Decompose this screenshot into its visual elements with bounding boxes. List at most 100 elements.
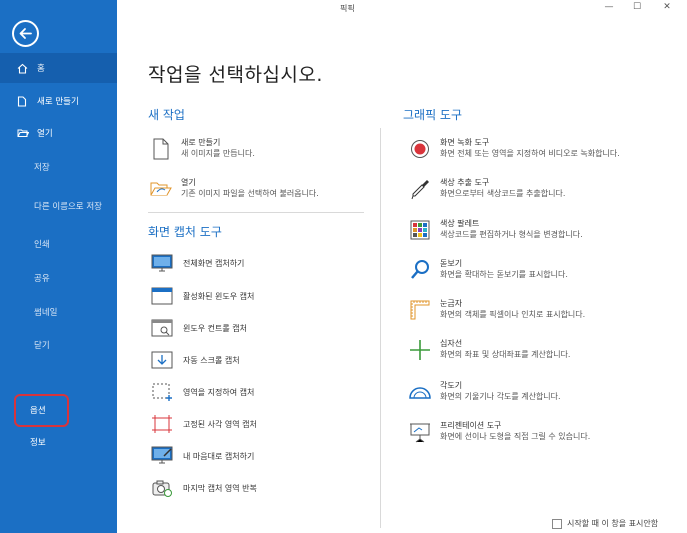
folder-open-icon xyxy=(17,128,33,138)
options-highlight-box xyxy=(14,394,69,427)
graphic-tool-protractor[interactable]: 각도기 화면의 기울기나 각도를 계산합니다. xyxy=(407,380,561,404)
new-file-icon xyxy=(17,95,33,107)
sidebar-item-print[interactable]: 인쇄 xyxy=(0,229,117,259)
capture-label: 내 마음대로 캡처하기 xyxy=(183,451,255,461)
window-title: 픽픽 xyxy=(340,4,355,13)
sidebar-item-label: 정보 xyxy=(30,438,46,448)
region-capture-icon xyxy=(150,381,174,403)
dont-show-label: 시작할 때 이 창을 표시안함 xyxy=(567,519,659,528)
sidebar-item-label: 열기 xyxy=(37,129,53,139)
capture-label: 마지막 캡처 영역 반복 xyxy=(183,483,257,493)
entry-title: 화면 녹화 도구 xyxy=(440,138,490,147)
entry-title: 색상 추출 도구 xyxy=(440,178,490,187)
capture-label: 전체화면 캡처하기 xyxy=(183,258,245,268)
entry-desc: 화면의 좌표 및 상대좌표를 계산합니다. xyxy=(440,350,571,359)
sidebar-item-info[interactable]: 정보 xyxy=(0,427,117,457)
entry-desc: 색상코드를 편집하거나 형식을 변경합니다. xyxy=(440,230,583,239)
crosshair-icon xyxy=(407,338,433,362)
window-control-capture-icon xyxy=(150,317,174,339)
dont-show-checkbox[interactable] xyxy=(552,518,562,529)
capture-section-title: 화면 캡처 도구 xyxy=(148,225,222,239)
entry-desc: 새 이미지를 만듭니다. xyxy=(181,149,255,158)
entry-desc: 화면 전체 또는 영역을 지정하여 비디오로 녹화합니다. xyxy=(440,149,620,158)
ruler-icon xyxy=(407,298,433,322)
entry-title: 십자선 xyxy=(440,339,463,348)
capture-label: 영역을 지정하여 캡처 xyxy=(183,387,255,397)
graphic-tool-presentation[interactable]: 프리젠테이션 도구 화면에 선이나 도형을 직접 그릴 수 있습니다. xyxy=(407,420,590,444)
graphic-tool-palette[interactable]: 색상 팔레트 색상코드를 편집하거나 형식을 변경합니다. xyxy=(407,218,583,242)
capture-freehand-button[interactable]: 내 마음대로 캡처하기 xyxy=(150,445,254,467)
page-title: 작업을 선택하십시오. xyxy=(148,64,323,86)
back-arrow-circle-icon[interactable] xyxy=(12,20,39,47)
record-icon xyxy=(407,137,433,161)
active-window-capture-icon xyxy=(150,285,174,307)
minimize-button[interactable]: — xyxy=(596,0,622,14)
sidebar-item-thumbnail[interactable]: 썸네일 xyxy=(0,297,117,327)
scroll-capture-icon xyxy=(150,349,174,371)
protractor-icon xyxy=(407,380,433,404)
capture-repeat-button[interactable]: 마지막 캡처 영역 반복 xyxy=(150,477,257,499)
capture-label: 고정된 사각 영역 캡처 xyxy=(183,419,257,429)
graphic-tool-magnifier[interactable]: 돋보기 화면을 확대하는 돋보기를 표시합니다. xyxy=(407,258,568,282)
sidebar-item-label: 닫기 xyxy=(34,341,50,351)
capture-region-button[interactable]: 영역을 지정하여 캡처 xyxy=(150,381,254,403)
entry-title: 열기 xyxy=(181,178,196,187)
capture-label: 자동 스크롤 캡처 xyxy=(183,355,240,365)
entry-title: 새로 만들기 xyxy=(181,138,221,147)
graphic-tool-crosshair[interactable]: 십자선 화면의 좌표 및 상대좌표를 계산합니다. xyxy=(407,338,570,362)
new-task-section-title: 새 작업 xyxy=(148,108,185,122)
capture-window-control-button[interactable]: 윈도우 컨트롤 캡처 xyxy=(150,317,247,339)
sidebar-item-label: 공유 xyxy=(34,274,50,284)
entry-title: 돋보기 xyxy=(440,259,463,268)
entry-desc: 화면으로부터 색상코드를 추출합니다. xyxy=(440,189,566,198)
capture-scroll-button[interactable]: 자동 스크롤 캡처 xyxy=(150,349,240,371)
entry-title: 눈금자 xyxy=(440,299,463,308)
graphic-tool-eyedropper[interactable]: 색상 추출 도구 화면으로부터 색상코드를 추출합니다. xyxy=(407,177,565,201)
sidebar: 홈 새로 만들기 열기 저장 다른 이름으로 저장 인쇄 공유 썸네일 닫기 옵… xyxy=(0,0,117,533)
graphic-tool-record[interactable]: 화면 녹화 도구 화면 전체 또는 영역을 지정하여 비디오로 녹화합니다. xyxy=(407,137,620,161)
graphic-tool-ruler[interactable]: 눈금자 화면의 객체를 픽셀이나 인치로 표시합니다. xyxy=(407,298,585,322)
entry-desc: 화면의 기울기나 각도를 계산합니다. xyxy=(440,392,561,401)
column-divider xyxy=(380,128,381,528)
entry-title: 프리젠테이션 도구 xyxy=(440,421,502,430)
entry-desc: 화면의 객체를 픽셀이나 인치로 표시합니다. xyxy=(440,310,586,319)
fixed-region-capture-icon xyxy=(150,413,174,435)
capture-label: 활성화된 윈도우 캡처 xyxy=(183,291,255,301)
sidebar-item-save-as[interactable]: 다른 이름으로 저장 xyxy=(0,191,117,221)
maximize-button[interactable]: ☐ xyxy=(624,0,650,14)
freehand-capture-icon xyxy=(150,445,174,467)
sidebar-item-label: 썸네일 xyxy=(34,308,58,318)
capture-fixed-region-button[interactable]: 고정된 사각 영역 캡처 xyxy=(150,413,257,435)
entry-title: 색상 팔레트 xyxy=(440,219,480,228)
dont-show-on-startup[interactable]: 시작할 때 이 창을 표시안함 xyxy=(552,518,658,529)
sidebar-item-share[interactable]: 공유 xyxy=(0,263,117,293)
close-button[interactable]: ✕ xyxy=(654,0,680,14)
eyedropper-icon xyxy=(407,177,433,201)
fullscreen-capture-icon xyxy=(150,252,174,274)
sidebar-item-label: 인쇄 xyxy=(34,240,50,250)
capture-fullscreen-button[interactable]: 전체화면 캡처하기 xyxy=(150,252,244,274)
graphics-section-title: 그래픽 도구 xyxy=(403,108,463,122)
home-icon xyxy=(17,63,33,74)
sidebar-item-close[interactable]: 닫기 xyxy=(0,330,117,360)
sidebar-item-open[interactable]: 열기 xyxy=(0,118,117,148)
entry-desc: 화면에 선이나 도형을 직접 그릴 수 있습니다. xyxy=(440,432,591,441)
sidebar-item-label: 다른 이름으로 저장 xyxy=(34,202,102,212)
magnifier-icon xyxy=(407,258,433,282)
sidebar-item-home[interactable]: 홈 xyxy=(0,53,117,83)
repeat-capture-icon xyxy=(150,477,174,499)
sidebar-item-label: 홈 xyxy=(37,64,45,74)
sidebar-item-new[interactable]: 새로 만들기 xyxy=(0,86,117,116)
entry-desc: 화면을 확대하는 돋보기를 표시합니다. xyxy=(440,270,568,279)
open-folder-icon xyxy=(148,177,174,201)
presentation-icon xyxy=(407,420,433,444)
sidebar-item-label: 저장 xyxy=(34,163,50,173)
section-divider xyxy=(148,212,364,213)
sidebar-item-save[interactable]: 저장 xyxy=(0,152,117,182)
entry-desc: 기존 이미지 파일을 선택하여 불러옵니다. xyxy=(181,189,319,198)
capture-label: 윈도우 컨트롤 캡처 xyxy=(183,323,247,333)
capture-active-window-button[interactable]: 활성화된 윈도우 캡처 xyxy=(150,285,254,307)
new-document-icon xyxy=(148,137,174,161)
new-file-entry[interactable]: 새로 만들기 새 이미지를 만듭니다. xyxy=(148,137,255,161)
open-file-entry[interactable]: 열기 기존 이미지 파일을 선택하여 불러옵니다. xyxy=(148,177,319,201)
